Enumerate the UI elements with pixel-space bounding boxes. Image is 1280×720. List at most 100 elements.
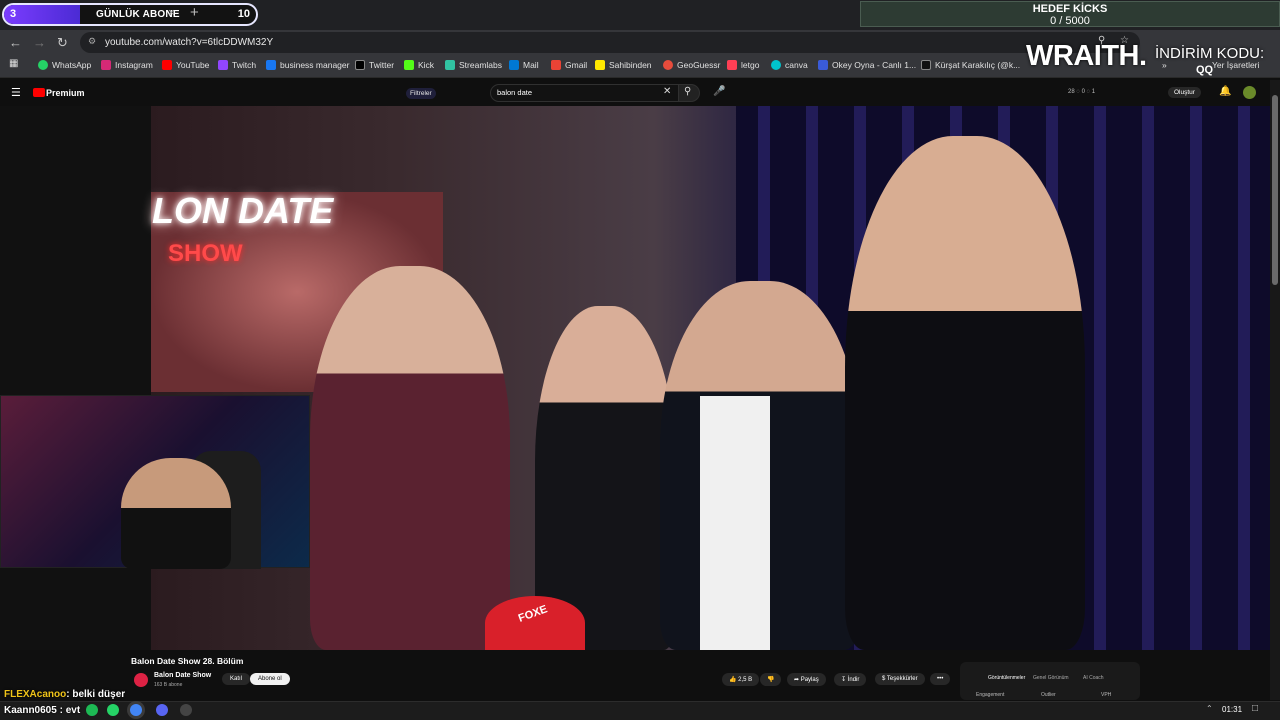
- create-button[interactable]: Oluştur: [1168, 87, 1201, 98]
- mail-icon: [509, 60, 519, 70]
- youtube-premium-logo[interactable]: Premium: [46, 88, 85, 98]
- letgo-icon: [727, 60, 737, 70]
- account-avatar[interactable]: [1243, 86, 1256, 99]
- neon-sign-subtitle: SHOW: [168, 240, 243, 267]
- back-icon[interactable]: ←: [9, 35, 22, 50]
- taskbar-clock[interactable]: 01:31: [1222, 705, 1242, 714]
- apps-grid-icon[interactable]: ▦: [9, 58, 18, 69]
- notifications-icon[interactable]: 🔔: [1219, 86, 1231, 97]
- extension-counters: 28 ◌ 0 ◌ 1: [1068, 89, 1096, 95]
- wraith-sponsor-logo: WRAITH.: [1026, 40, 1147, 72]
- contestant-1: [310, 266, 510, 650]
- okey-icon: [818, 60, 828, 70]
- bookmark-kursat[interactable]: Kürşat Karakılıç (@k...: [921, 60, 1020, 70]
- gmail-icon: [551, 60, 561, 70]
- chat-message: FLEXAcanoo: belki düşer: [4, 689, 125, 700]
- sahibinden-icon: [595, 60, 605, 70]
- dislike-button[interactable]: 👎: [760, 673, 782, 686]
- twitch-icon: [218, 60, 228, 70]
- meta-icon: [266, 60, 276, 70]
- red-balloon: [485, 596, 585, 650]
- youtube-icon: [162, 60, 172, 70]
- reload-icon[interactable]: ↻: [57, 35, 68, 51]
- canva-icon: [771, 60, 781, 70]
- stats-tab-ai-coach[interactable]: AI Coach: [1083, 675, 1104, 681]
- kicks-goal-progress: 0 / 5000: [1050, 15, 1090, 27]
- obs-icon[interactable]: [180, 704, 192, 716]
- tiktok-icon: [921, 60, 931, 70]
- spotify-icon[interactable]: [86, 704, 98, 716]
- bookmark-whatsapp[interactable]: WhatsApp: [38, 60, 91, 70]
- bookmark-canva[interactable]: canva: [771, 60, 808, 70]
- bookmark-okey[interactable]: Okey Oyna - Canlı 1...: [818, 60, 916, 70]
- bookmark-mail[interactable]: Mail: [509, 60, 539, 70]
- forward-icon[interactable]: →: [33, 35, 46, 50]
- bookmark-sahibinden[interactable]: Sahibinden: [595, 60, 652, 70]
- bookmark-gmail[interactable]: Gmail: [551, 60, 587, 70]
- daily-subscriber-goal-widget: 3 GÜNLÜK ABONE 10: [2, 3, 258, 26]
- daily-subscriber-goal: 10: [237, 8, 250, 20]
- chat-message-2: Kaann0605 : evt: [4, 705, 81, 716]
- bookmark-streamlabs[interactable]: Streamlabs: [445, 60, 502, 70]
- like-button[interactable]: 👍 2,5 B: [722, 673, 760, 686]
- host: [845, 136, 1085, 650]
- channel-name[interactable]: Balon Date Show: [154, 672, 211, 679]
- channel-avatar[interactable]: [134, 673, 148, 687]
- clear-search-icon[interactable]: ✕: [663, 86, 671, 97]
- url-text[interactable]: youtube.com/watch?v=6tlcDDWM32Y: [105, 37, 273, 48]
- bookmark-business-manager[interactable]: business manager: [266, 60, 349, 70]
- whatsapp-icon: [38, 60, 48, 70]
- streamer-webcam: [0, 395, 310, 569]
- tab-close-icon[interactable]: ×: [168, 7, 174, 19]
- menu-icon[interactable]: ☰: [11, 86, 21, 99]
- site-info-icon[interactable]: ⚙: [88, 36, 96, 47]
- whatsapp-taskbar-icon[interactable]: [107, 704, 119, 716]
- discount-code-value: QQ: [1196, 64, 1214, 76]
- new-tab-button[interactable]: +: [190, 4, 199, 21]
- discord-icon[interactable]: [156, 704, 168, 716]
- bookmark-geoguessr[interactable]: GeoGuessr: [663, 60, 720, 70]
- chat-username: FLEXAcanoo: [4, 689, 67, 700]
- more-actions-button[interactable]: •••: [930, 673, 951, 685]
- neon-sign-title: LON DATE: [152, 190, 334, 231]
- stats-vph-label: VPH: [1101, 692, 1112, 698]
- x-icon: [355, 60, 365, 70]
- youtube-logo-icon[interactable]: [33, 88, 45, 97]
- search-query[interactable]: balon date: [497, 88, 532, 97]
- video-title: Balon Date Show 28. Bölüm: [131, 656, 244, 666]
- stats-engagement-label: Engagement: [976, 692, 1005, 698]
- chrome-icon[interactable]: [130, 704, 142, 716]
- microphone-icon[interactable]: 🎤: [713, 86, 725, 97]
- kicks-goal-title: HEDEF KİCKS: [1032, 3, 1108, 15]
- bookmark-letgo[interactable]: letgo: [727, 60, 759, 70]
- chat-text: : belki düşer: [66, 689, 126, 700]
- stats-outlier-label: Outlier: [1041, 692, 1056, 698]
- bookmark-instagram[interactable]: Instagram: [101, 60, 153, 70]
- notification-center-icon[interactable]: □: [1252, 703, 1258, 714]
- like-icon: 👍: [729, 677, 739, 683]
- thanks-button[interactable]: $ Teşekkürler: [875, 673, 925, 685]
- streamer: [121, 458, 231, 569]
- bookmark-kick[interactable]: Kick: [404, 60, 434, 70]
- daily-subscriber-current: 3: [10, 8, 17, 20]
- subscriber-count: 163 B abone: [154, 682, 183, 688]
- download-icon: ↧: [841, 677, 848, 683]
- bookmark-youtube[interactable]: YouTube: [162, 60, 209, 70]
- share-icon: ➦: [794, 677, 801, 683]
- join-button[interactable]: Katıl: [222, 673, 251, 685]
- download-button[interactable]: ↧ İndir: [834, 673, 867, 686]
- tray-chevron-icon[interactable]: ⌃: [1206, 704, 1213, 713]
- white-shirt: [700, 396, 770, 650]
- share-button[interactable]: ➦ Paylaş: [787, 673, 826, 686]
- stats-tab-views[interactable]: Görüntülenmeler: [988, 675, 1025, 681]
- bookmark-twitch[interactable]: Twitch: [218, 60, 256, 70]
- stats-tab-overview[interactable]: Genel Görünüm: [1033, 675, 1069, 681]
- bookmark-twitter[interactable]: Twitter: [355, 60, 394, 70]
- subscribe-button[interactable]: Abone ol: [250, 673, 290, 685]
- filters-button[interactable]: Filtreler: [406, 88, 436, 99]
- scrollbar-thumb[interactable]: [1272, 95, 1278, 285]
- kicks-goal-widget: HEDEF KİCKS 0 / 5000: [860, 1, 1280, 27]
- streamlabs-icon: [445, 60, 455, 70]
- search-icon: ⚲: [684, 86, 692, 97]
- instagram-icon: [101, 60, 111, 70]
